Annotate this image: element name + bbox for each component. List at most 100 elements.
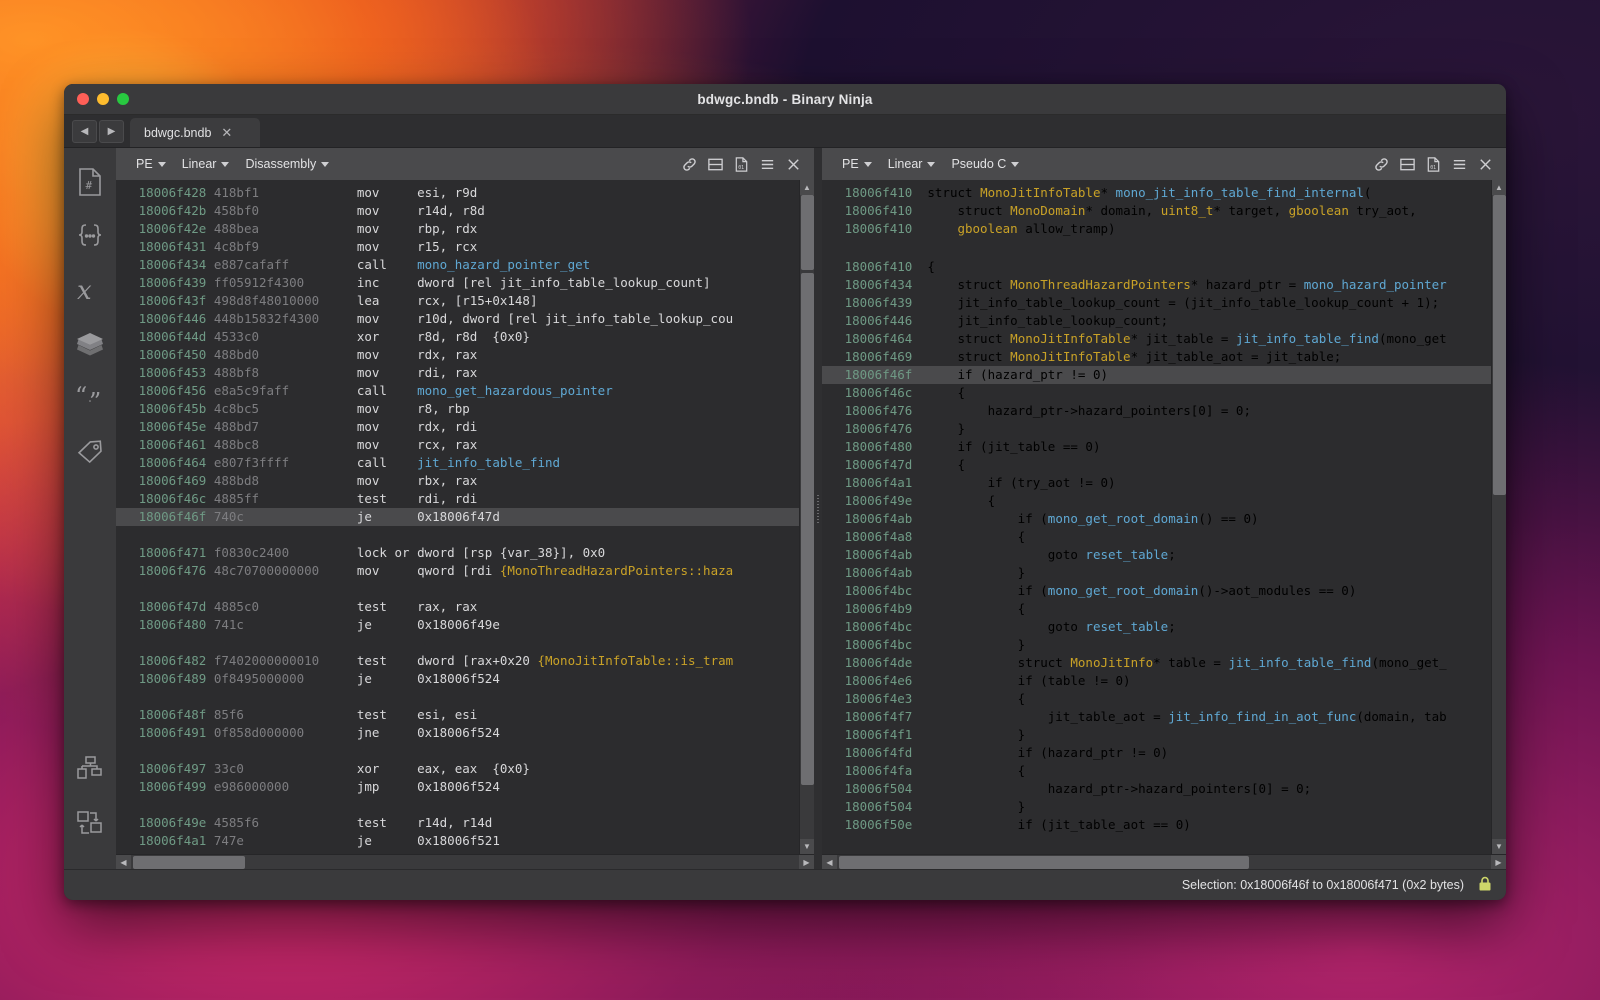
panel-splitter[interactable] bbox=[814, 148, 822, 869]
tab-close-icon[interactable]: ✕ bbox=[221, 125, 232, 141]
vscroll-thumb-left[interactable] bbox=[801, 273, 814, 785]
pseudoc-line: 18006f4bc if (mono_get_root_domain()->ao… bbox=[822, 582, 1491, 600]
traffic-light-buttons bbox=[64, 93, 129, 105]
disassembly-code-area[interactable]: 18006f428 418bf1 mov esi, r9d 18006f42b … bbox=[116, 180, 799, 854]
hex-file-icon[interactable]: 01 bbox=[1420, 151, 1446, 177]
symbols-icon[interactable]: # bbox=[72, 164, 108, 200]
disassembly-line: 18006f42b 458bf0 mov r14d, r8d bbox=[116, 202, 799, 220]
disassembly-line: 18006f434 e887cafaff call mono_hazard_po… bbox=[116, 256, 799, 274]
layout-label-right: Linear bbox=[888, 157, 923, 171]
disassembly-line: 18006f48f 85f6 test esi, esi bbox=[116, 706, 799, 724]
tags-icon[interactable] bbox=[72, 434, 108, 470]
pseudoc-toolbar: PE Linear Pseudo C bbox=[822, 148, 1506, 180]
stack-layers-icon[interactable] bbox=[72, 326, 108, 362]
disassembly-line: 18006f499 e986000000 jmp 0x18006f524 bbox=[116, 778, 799, 796]
disassembly-lines: 18006f428 418bf1 mov esi, r9d 18006f42b … bbox=[116, 180, 799, 850]
disassembly-line: 18006f453 488bf8 mov rdi, rax bbox=[116, 364, 799, 382]
scroll-right-arrow-icon[interactable]: ▶ bbox=[1491, 855, 1506, 870]
pseudoc-horizontal-scrollbar[interactable]: ◀ ▶ bbox=[822, 854, 1506, 869]
vscroll-track-left[interactable] bbox=[800, 195, 815, 839]
disassembly-line: 18006f49e 4585f6 test r14d, r14d bbox=[116, 814, 799, 832]
disassembly-line: 18006f431 4c8bf9 mov r15, rcx bbox=[116, 238, 799, 256]
pseudoc-line: 18006f46c { bbox=[822, 384, 1491, 402]
forward-button[interactable]: ▶ bbox=[99, 120, 124, 143]
disassembly-line: 18006f450 488bd0 mov rdx, rax bbox=[116, 346, 799, 364]
menu-icon[interactable] bbox=[754, 151, 780, 177]
vscroll-thumb-left-top[interactable] bbox=[801, 195, 814, 270]
scroll-right-arrow-icon[interactable]: ▶ bbox=[799, 855, 814, 870]
scroll-down-arrow-icon[interactable]: ▼ bbox=[800, 839, 815, 854]
pseudoc-line: 18006f464 struct MonoJitInfoTable* jit_t… bbox=[822, 330, 1491, 348]
variables-icon[interactable]: x bbox=[72, 272, 108, 308]
pseudoc-line: 18006f4bc goto reset_table; bbox=[822, 618, 1491, 636]
split-pane-icon[interactable] bbox=[1394, 151, 1420, 177]
il-level-dropdown-right[interactable]: Pseudo C bbox=[943, 154, 1027, 174]
menu-icon[interactable] bbox=[1446, 151, 1472, 177]
pseudoc-line: 18006f469 struct MonoJitInfoTable* jit_t… bbox=[822, 348, 1491, 366]
disassembly-line: 18006f43f 498d8f48010000 lea rcx, [r15+0… bbox=[116, 292, 799, 310]
il-level-dropdown-left[interactable]: Disassembly bbox=[237, 154, 337, 174]
link-icon[interactable] bbox=[1368, 151, 1394, 177]
pseudoc-line: 18006f4de struct MonoJitInfo* table = ji… bbox=[822, 654, 1491, 672]
cross-references-icon[interactable] bbox=[72, 805, 108, 841]
disassembly-line: 18006f446 448b15832f4300 mov r10d, dword… bbox=[116, 310, 799, 328]
window-title: bdwgc.bndb - Binary Ninja bbox=[64, 92, 1506, 107]
scroll-up-arrow-icon[interactable]: ▲ bbox=[800, 180, 815, 195]
selection-status: Selection: 0x18006f46f to 0x18006f471 (0… bbox=[1182, 878, 1464, 892]
pseudoc-line: 18006f4e3 { bbox=[822, 690, 1491, 708]
pseudoc-panel: PE Linear Pseudo C bbox=[822, 148, 1506, 869]
strings-icon[interactable]: “ ” bbox=[72, 380, 108, 416]
layout-dropdown-right[interactable]: Linear bbox=[880, 154, 944, 174]
scroll-left-arrow-icon[interactable]: ◀ bbox=[116, 855, 131, 870]
vscroll-track-right[interactable] bbox=[1492, 195, 1507, 839]
close-window-button[interactable] bbox=[77, 93, 89, 105]
hex-file-icon[interactable]: 01 bbox=[728, 151, 754, 177]
scroll-left-arrow-icon[interactable]: ◀ bbox=[822, 855, 837, 870]
lock-icon[interactable] bbox=[1478, 876, 1492, 895]
pseudoc-content: 18006f410 struct MonoJitInfoTable* mono_… bbox=[822, 180, 1506, 854]
vscroll-thumb-right[interactable] bbox=[1493, 195, 1506, 495]
layout-dropdown-left[interactable]: Linear bbox=[174, 154, 238, 174]
view-type-dropdown-left[interactable]: PE bbox=[128, 154, 174, 174]
blank-line bbox=[116, 688, 799, 706]
close-icon[interactable] bbox=[1472, 151, 1498, 177]
zoom-window-button[interactable] bbox=[117, 93, 129, 105]
scroll-down-arrow-icon[interactable]: ▼ bbox=[1492, 839, 1507, 854]
hscroll-thumb-right[interactable] bbox=[839, 856, 1249, 869]
split-pane-icon[interactable] bbox=[702, 151, 728, 177]
minimize-window-button[interactable] bbox=[97, 93, 109, 105]
chevron-down-icon bbox=[321, 162, 329, 167]
hscroll-track-right[interactable] bbox=[837, 855, 1491, 870]
disassembly-line: 18006f469 488bd8 mov rbx, rax bbox=[116, 472, 799, 490]
scroll-up-arrow-icon[interactable]: ▲ bbox=[1492, 180, 1507, 195]
disassembly-line: 18006f439 ff05912f4300 inc dword [rel ji… bbox=[116, 274, 799, 292]
functions-icon[interactable] bbox=[72, 218, 108, 254]
disassembly-line: 18006f480 741c je 0x18006f49e bbox=[116, 616, 799, 634]
back-button[interactable]: ◀ bbox=[72, 120, 97, 143]
pseudoc-line: 18006f410 struct MonoJitInfoTable* mono_… bbox=[822, 184, 1491, 202]
view-type-dropdown-right[interactable]: PE bbox=[834, 154, 880, 174]
hscroll-thumb-left[interactable] bbox=[133, 856, 245, 869]
link-icon[interactable] bbox=[676, 151, 702, 177]
blank-line bbox=[116, 526, 799, 544]
pseudoc-line: 18006f410 gboolean allow_tramp) bbox=[822, 220, 1491, 238]
status-bar: Selection: 0x18006f46f to 0x18006f471 (0… bbox=[64, 869, 1506, 900]
il-level-label-right: Pseudo C bbox=[951, 157, 1006, 171]
pseudoc-line: 18006f4ab } bbox=[822, 564, 1491, 582]
disassembly-line: 18006f476 48c70700000000 mov qword [rdi … bbox=[116, 562, 799, 580]
disassembly-line: 18006f46f 740c je 0x18006f47d bbox=[116, 508, 799, 526]
pseudoc-line: 18006f4b9 { bbox=[822, 600, 1491, 618]
pseudoc-line: 18006f410 struct MonoDomain* domain, uin… bbox=[822, 202, 1491, 220]
window-titlebar: bdwgc.bndb - Binary Ninja bbox=[64, 84, 1506, 115]
close-icon[interactable] bbox=[780, 151, 806, 177]
tab-bdwgc-bndb[interactable]: bdwgc.bndb ✕ bbox=[130, 118, 260, 147]
disassembly-vertical-scrollbar[interactable]: ▲ ▼ bbox=[799, 180, 814, 854]
disassembly-horizontal-scrollbar[interactable]: ◀ ▶ bbox=[116, 854, 814, 869]
hscroll-track-left[interactable] bbox=[131, 855, 799, 870]
il-level-label-left: Disassembly bbox=[245, 157, 316, 171]
graph-hierarchy-icon[interactable] bbox=[72, 751, 108, 787]
pseudoc-code-area[interactable]: 18006f410 struct MonoJitInfoTable* mono_… bbox=[822, 180, 1491, 854]
pseudoc-line: 18006f476 } bbox=[822, 420, 1491, 438]
navigation-buttons: ◀ ▶ bbox=[72, 120, 124, 147]
pseudoc-vertical-scrollbar[interactable]: ▲ ▼ bbox=[1491, 180, 1506, 854]
